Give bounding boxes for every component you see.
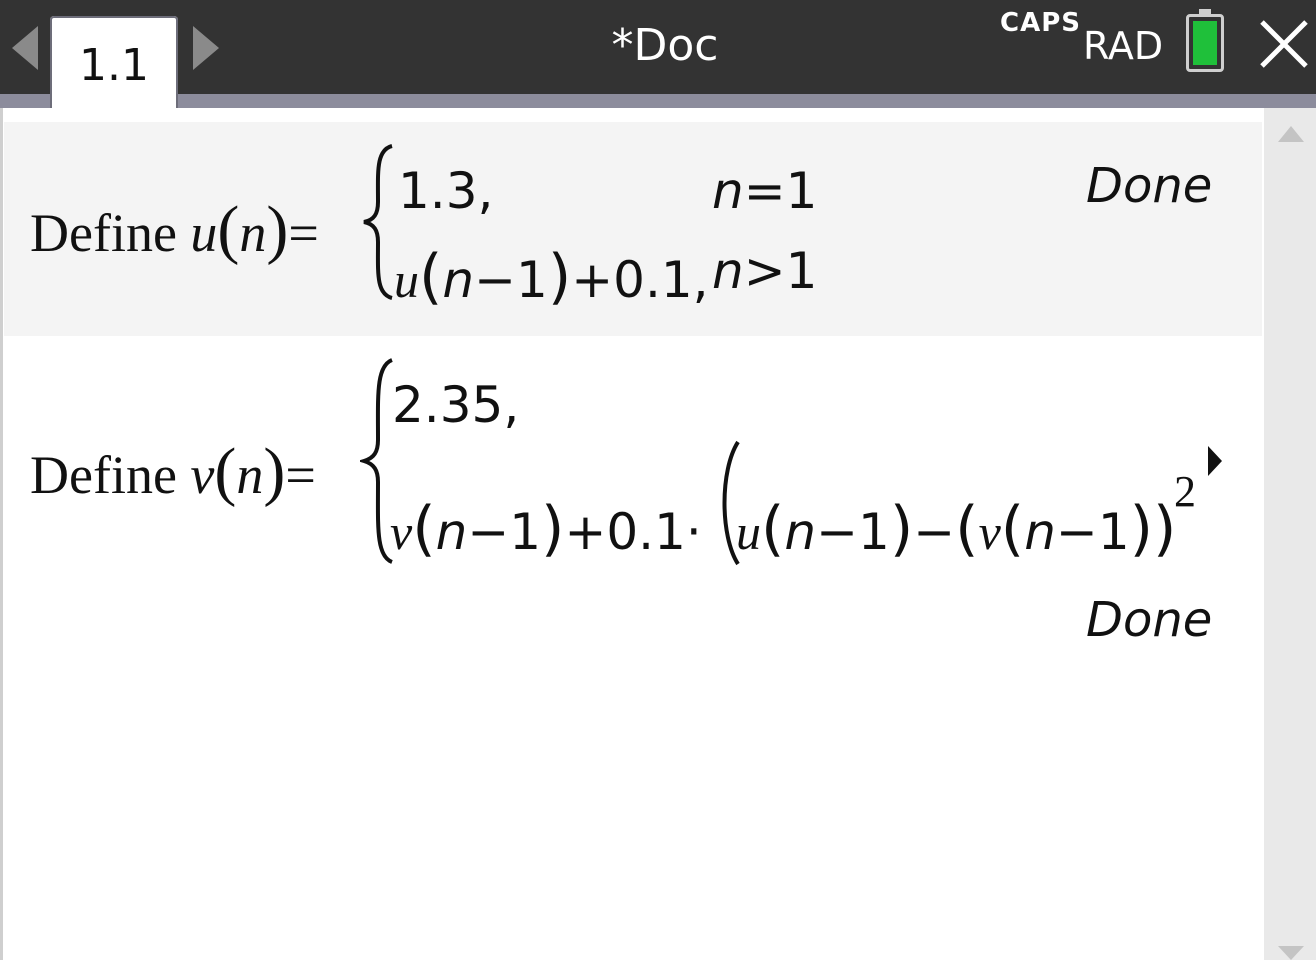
arrow-right-icon[interactable] bbox=[193, 26, 219, 70]
inner-u: u bbox=[736, 504, 761, 560]
inner-u-arg-rest: −1 bbox=[816, 503, 890, 561]
minus: − bbox=[913, 503, 956, 561]
entry-1-case-1-condition: n=1 bbox=[712, 162, 817, 220]
entry-2-result: Done bbox=[1086, 592, 1213, 648]
equals-sign: = bbox=[285, 445, 316, 505]
arrow-left-icon[interactable] bbox=[12, 26, 38, 70]
case2-rest: +0.1, bbox=[571, 251, 709, 309]
inner-v-arg-var: n bbox=[1024, 503, 1056, 561]
case2-func: v bbox=[390, 504, 413, 560]
entry-2-case-2-value: v(n−1)+0.1· bbox=[390, 494, 702, 564]
entry-2-case-1-value: 2.35, bbox=[392, 376, 520, 434]
document-title: *Doc bbox=[611, 20, 719, 71]
tab-label: 1.1 bbox=[79, 40, 149, 91]
title-bar: *Doc CAPS RAD bbox=[0, 0, 1316, 94]
entry-1-case-1-value: 1.3, bbox=[398, 162, 494, 220]
case2-func: u bbox=[394, 252, 419, 308]
case2-arg-rest: −1 bbox=[467, 503, 542, 561]
case2-mid: +0.1· bbox=[564, 503, 702, 561]
define-keyword: Define bbox=[30, 445, 177, 505]
equals-sign: = bbox=[288, 203, 319, 263]
scroll-up-icon[interactable] bbox=[1278, 126, 1304, 142]
function-name: v bbox=[190, 445, 215, 505]
entry-2-inner-expression: u(n−1)−(v(n−1)) bbox=[736, 494, 1177, 564]
battery-icon bbox=[1186, 9, 1224, 72]
cond-var: n bbox=[712, 242, 744, 300]
cond-rest: =1 bbox=[743, 162, 818, 220]
entry-1-case-2-value: u(n−1)+0.1, bbox=[394, 242, 709, 312]
case2-arg-rest: −1 bbox=[474, 251, 548, 309]
left-border bbox=[0, 108, 3, 960]
function-arg: n bbox=[239, 203, 267, 263]
tab-page-1-1[interactable]: 1.1 bbox=[50, 16, 178, 110]
entry-2-lhs: Define v(n)= bbox=[30, 435, 316, 508]
entry-1-lhs: Define u(n)= bbox=[30, 193, 319, 266]
caps-indicator: CAPS bbox=[1000, 8, 1081, 38]
overflow-right-icon[interactable] bbox=[1206, 444, 1224, 478]
cond-rest: >1 bbox=[743, 242, 818, 300]
define-keyword: Define bbox=[30, 203, 177, 263]
scroll-down-icon[interactable] bbox=[1278, 946, 1304, 960]
cond-var: n bbox=[712, 162, 744, 220]
case2-arg-var: n bbox=[435, 503, 468, 561]
entry-1-result: Done bbox=[1086, 158, 1213, 214]
function-name: u bbox=[190, 203, 218, 263]
vertical-scrollbar[interactable] bbox=[1264, 108, 1316, 960]
case2-arg-var: n bbox=[442, 251, 475, 309]
inner-u-arg-var: n bbox=[784, 503, 817, 561]
inner-v-arg-rest: −1 bbox=[1055, 503, 1130, 561]
tab-strip-divider bbox=[0, 94, 1316, 108]
function-arg: n bbox=[236, 445, 264, 505]
entry-2-exponent: 2 bbox=[1174, 467, 1196, 516]
entry-1-case-2-condition: n>1 bbox=[712, 242, 817, 300]
angle-mode-indicator: RAD bbox=[1083, 24, 1164, 68]
close-icon[interactable] bbox=[1258, 18, 1310, 70]
inner-v: v bbox=[978, 504, 1001, 560]
